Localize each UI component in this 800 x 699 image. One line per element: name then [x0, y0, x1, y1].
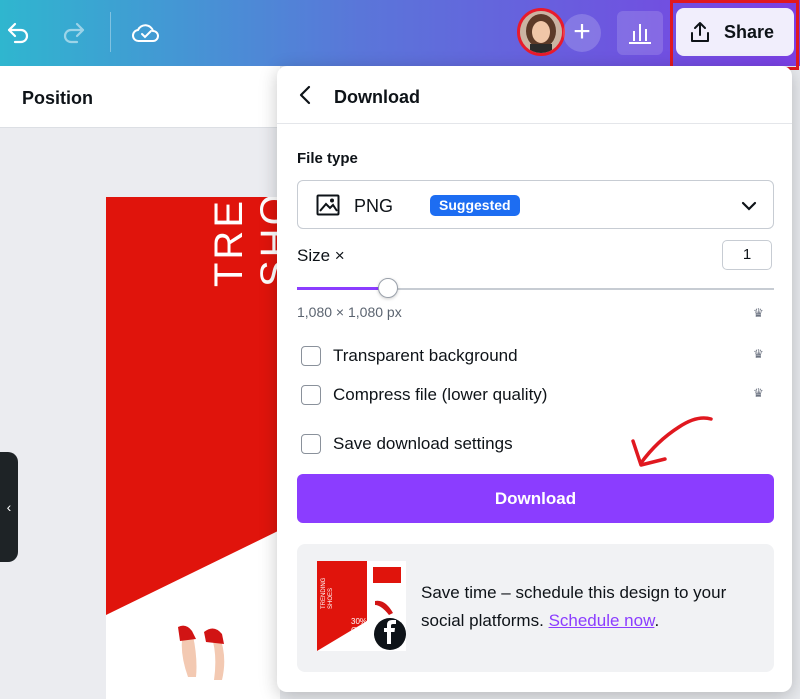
suggested-badge: Suggested [430, 195, 520, 216]
share-highlight-box [670, 0, 799, 70]
promo-thumb-title: TRENDING SHOES [321, 578, 335, 609]
promo-thumb-offer-line1: 30% [351, 617, 368, 626]
promo-thumb-offer-line2: OFF [351, 626, 367, 635]
top-toolbar: + Share [0, 0, 800, 70]
file-type-label: File type [297, 150, 358, 167]
design-canvas[interactable]: TRENDING SHOES [106, 197, 280, 699]
toolbar-divider [110, 12, 111, 52]
design-title: TRENDING SHOES [206, 197, 280, 287]
promo-thumb-title-line2: SHOES [328, 587, 334, 609]
position-title: Position [22, 88, 93, 108]
chevron-down-icon [741, 199, 757, 217]
size-multiplier-input[interactable]: 1 [722, 240, 772, 270]
download-panel: Download File type PNG Suggested Size × … [277, 66, 792, 692]
output-dimensions: 1,080 × 1,080 px [297, 304, 402, 320]
option-label: Transparent background [333, 346, 518, 365]
annotation-arrow-icon [631, 416, 713, 467]
schedule-now-link[interactable]: Schedule now [549, 611, 655, 630]
checkbox[interactable] [301, 346, 321, 366]
back-chevron-icon[interactable] [295, 84, 317, 106]
option-transparent-background[interactable]: Transparent background [301, 344, 518, 368]
crown-icon: ♛ [753, 347, 764, 361]
option-compress-file[interactable]: Compress file (lower quality) [301, 383, 547, 407]
size-label: Size × [297, 246, 345, 265]
promo-design-thumbnail: TRENDING SHOES 30% OFF [317, 561, 406, 651]
promo-text: Save time – schedule this design to your… [421, 579, 756, 635]
crown-icon: ♛ [753, 306, 764, 320]
schedule-promo-card: TRENDING SHOES 30% OFF Save time – sched… [297, 544, 774, 672]
user-avatar[interactable] [517, 8, 565, 56]
undo-icon[interactable] [2, 17, 34, 49]
design-title-line2: SHOES [253, 197, 280, 287]
add-collaborator-button[interactable]: + [563, 14, 601, 52]
crown-icon: ♛ [753, 386, 764, 400]
checkbox[interactable] [301, 434, 321, 454]
insights-button[interactable] [617, 11, 663, 55]
position-panel-header: Position [0, 66, 280, 128]
promo-trailing: . [654, 611, 660, 630]
option-label: Compress file (lower quality) [333, 385, 548, 404]
design-title-line1: TRENDING [206, 197, 252, 287]
size-slider-fill [297, 287, 388, 290]
redo-icon[interactable] [58, 17, 90, 49]
collapse-panel-button[interactable]: ‹ [0, 452, 18, 562]
download-panel-title: Download [334, 87, 420, 107]
promo-thumb-title-line1: TRENDING [321, 577, 327, 609]
cloud-check-icon[interactable] [130, 17, 162, 49]
file-type-value: PNG [354, 196, 394, 216]
bar-chart-icon [629, 24, 651, 44]
checkbox[interactable] [301, 385, 321, 405]
download-panel-header: Download [277, 66, 792, 124]
option-save-download-settings[interactable]: Save download settings [301, 432, 513, 456]
option-label: Save download settings [333, 434, 513, 453]
size-slider-thumb[interactable] [377, 278, 398, 298]
file-type-select[interactable]: PNG Suggested [297, 180, 774, 229]
promo-thumb-offer: 30% OFF [351, 617, 367, 635]
download-button[interactable]: Download [297, 474, 774, 523]
image-icon [316, 194, 340, 221]
